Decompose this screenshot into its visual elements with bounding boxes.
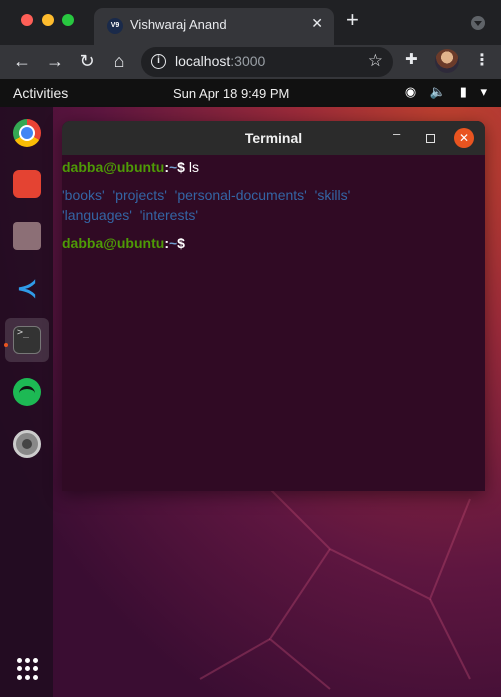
star-icon[interactable]: ☆ (368, 51, 383, 71)
clock[interactable]: Sun Apr 18 9:49 PM (173, 86, 289, 101)
prompt-path: ~ (168, 235, 178, 251)
browser-toolbar: ← → ↻ ⌂ i localhost:3000 ☆ ✚ ⋮ (0, 45, 501, 79)
home-icon[interactable]: ⌂ (107, 49, 131, 73)
dir-entry: 'interests' (139, 207, 199, 223)
address-bar[interactable]: i localhost:3000 ☆ (141, 47, 393, 77)
volume-icon: 🔈 (429, 84, 447, 99)
dir-entry: 'languages' (62, 207, 132, 223)
dir-entry: 'projects' (112, 187, 167, 203)
settings-icon[interactable] (13, 430, 41, 458)
reload-icon[interactable]: ↻ (75, 49, 99, 73)
wifi-icon: ◉ (404, 84, 417, 99)
browser-tab-bar: V9 Vishwaraj Anand ✕ + (0, 0, 501, 45)
new-tab-icon[interactable]: + (346, 9, 359, 31)
window-zoom-dot[interactable] (62, 14, 74, 26)
prompt-user: dabba@ubuntu (62, 159, 165, 175)
window-close-dot[interactable] (21, 14, 33, 26)
prompt-symbol: $ (177, 159, 185, 175)
menu-icon[interactable]: ⋮ (474, 50, 490, 70)
vscode-icon[interactable]: ≺ (13, 274, 41, 302)
info-icon[interactable]: i (151, 54, 166, 69)
prompt-user: dabba@ubuntu (62, 235, 165, 251)
terminal-body[interactable]: dabba@ubuntu:~$ ls 'books' 'projects' 'p… (62, 155, 485, 491)
ubuntu-desktop: Activities Sun Apr 18 9:49 PM ◉ 🔈 ▮ ▾ ≺ … (0, 79, 501, 697)
command-line: dabba@ubuntu:~$ ls (62, 157, 485, 177)
dir-entry: 'personal-documents' (174, 187, 307, 203)
terminal-window: Terminal – ✕ dabba@ubuntu:~$ ls 'books' … (62, 121, 485, 491)
show-apps-icon[interactable] (13, 655, 41, 683)
prompt-path: ~ (168, 159, 178, 175)
system-tray[interactable]: ◉ 🔈 ▮ ▾ (395, 84, 487, 100)
prompt-symbol: $ (177, 235, 185, 251)
terminal-title: Terminal (244, 130, 303, 146)
favicon-icon: V9 (107, 18, 123, 34)
forward-icon[interactable]: → (43, 49, 67, 73)
todoist-icon[interactable] (13, 170, 41, 198)
output-line: 'languages' 'interests' (62, 205, 485, 225)
url-text[interactable]: localhost:3000 (175, 53, 265, 69)
tab-close-icon[interactable]: ✕ (311, 15, 323, 32)
output-line: 'books' 'projects' 'personal-documents' … (62, 185, 485, 205)
gnome-top-bar: Activities Sun Apr 18 9:49 PM ◉ 🔈 ▮ ▾ (0, 79, 501, 107)
dock: ≺ >_ (0, 107, 53, 697)
files-icon[interactable] (13, 222, 41, 250)
command-text: ls (188, 159, 199, 175)
url-port: :3000 (230, 53, 266, 69)
browser-tab[interactable]: V9 Vishwaraj Anand ✕ (94, 8, 334, 45)
tab-title: Vishwaraj Anand (130, 17, 227, 32)
url-host: localhost (175, 53, 231, 69)
activities-button[interactable]: Activities (13, 85, 68, 101)
back-icon[interactable]: ← (10, 49, 34, 73)
minimize-icon[interactable]: – (393, 126, 400, 141)
tab-search-icon[interactable] (471, 16, 485, 30)
maximize-icon[interactable] (426, 134, 435, 143)
dir-entry: 'skills' (314, 187, 351, 203)
terminal-icon[interactable]: >_ (13, 326, 41, 354)
spotify-icon[interactable] (13, 378, 41, 406)
close-icon[interactable]: ✕ (454, 128, 474, 148)
chevron-down-icon: ▾ (480, 84, 487, 99)
battery-icon: ▮ (459, 84, 467, 99)
avatar[interactable] (435, 49, 459, 73)
terminal-titlebar[interactable]: Terminal – ✕ (62, 121, 485, 155)
chrome-icon[interactable] (13, 119, 41, 147)
running-indicator (4, 343, 8, 347)
extensions-icon[interactable]: ✚ (405, 50, 418, 68)
prompt-line: dabba@ubuntu:~$ (62, 233, 485, 253)
window-minimize-dot[interactable] (42, 14, 54, 26)
dir-entry: 'books' (62, 187, 105, 203)
